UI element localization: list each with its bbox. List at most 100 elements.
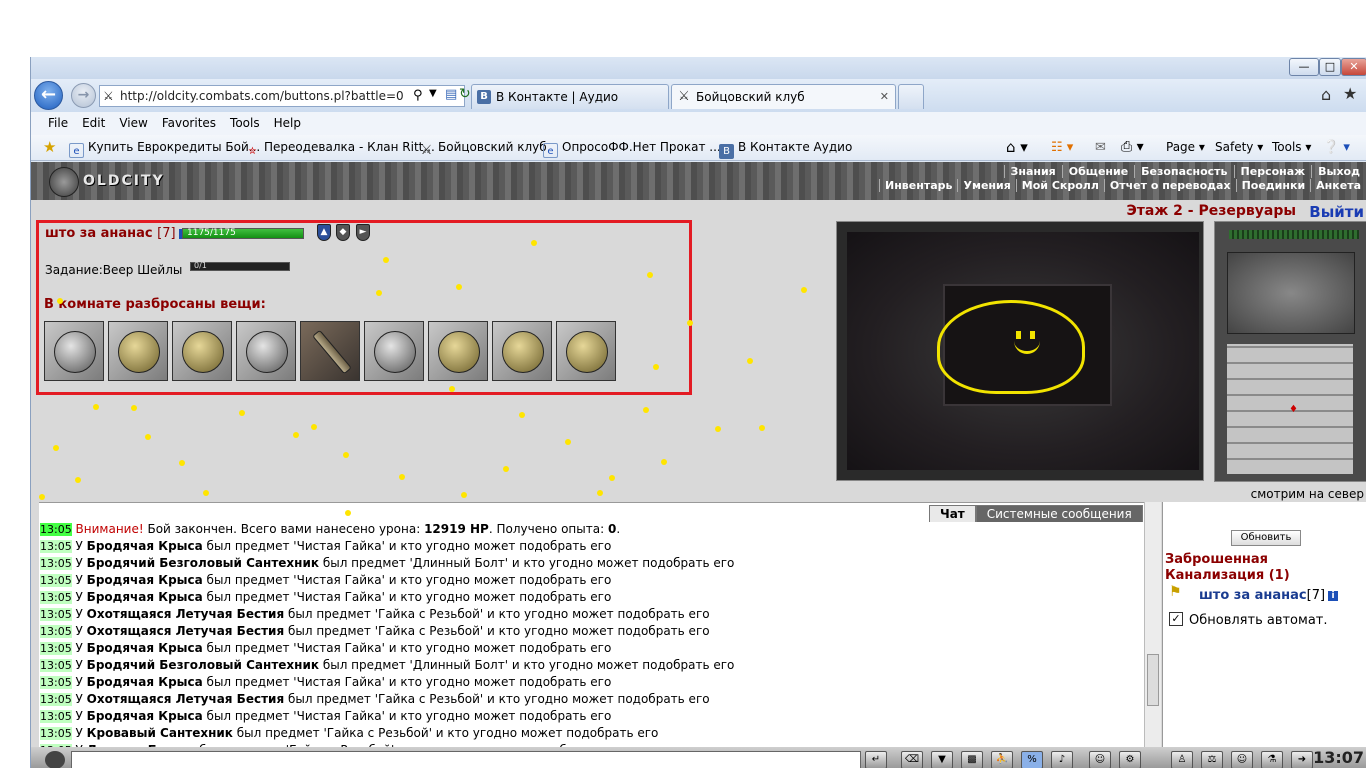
clan-menu-icon[interactable]: ⚗ (1261, 751, 1283, 768)
chat-timestamp[interactable]: 13:05 (40, 540, 72, 553)
menu-tools[interactable]: Tools (223, 112, 267, 134)
favorite-link-combats[interactable]: ⚔ Бойцовский клуб (419, 135, 547, 160)
tools-menu[interactable]: Tools ▾ (1272, 135, 1311, 160)
player-name[interactable]: што за ананас [7]i (45, 226, 189, 241)
print-icon[interactable]: ⎙ ▾ (1121, 135, 1144, 160)
chat-name[interactable]: Бродячий Безголовый Сантехник (87, 556, 319, 570)
chat-timestamp[interactable]: 13:05 (40, 659, 72, 672)
rank-shield-icon[interactable]: ► (356, 224, 370, 241)
friends-icon[interactable]: ☺ (1231, 751, 1253, 768)
menu-file[interactable]: File (41, 112, 75, 134)
menu-umeniya[interactable]: Умения (957, 179, 1015, 192)
dungeon-view[interactable] (836, 221, 1204, 481)
menu-edit[interactable]: Edit (75, 112, 112, 134)
home-icon[interactable]: ⌂ (1321, 85, 1331, 104)
chat-timestamp[interactable]: 13:05 (40, 574, 72, 587)
home-cmd-icon[interactable]: ⌂ ▾ (1006, 135, 1028, 160)
loot-ring-icon[interactable] (364, 321, 424, 381)
chat-name[interactable]: 12919 HP (424, 522, 489, 536)
chat-name[interactable]: Бродячий Безголовый Сантехник (87, 658, 319, 672)
exit-link[interactable]: Выйти (1309, 203, 1364, 221)
favorite-link-pereodevalka[interactable]: ✮ Переодевалка - Клан Ritt... (245, 135, 435, 160)
save-icon[interactable]: ▩ (961, 751, 983, 768)
safety-menu[interactable]: Safety ▾ (1215, 135, 1263, 160)
favorite-link-oprosoff[interactable]: e ОпросоФФ.Нет Прокат ... (543, 135, 721, 160)
menu-help[interactable]: Help (267, 112, 308, 134)
menu-view[interactable]: View (112, 112, 154, 134)
walk-icon[interactable]: ⛹ (991, 751, 1013, 768)
percent-icon[interactable]: % (1021, 751, 1043, 768)
exit-icon[interactable]: ➜ (1291, 751, 1313, 768)
menu-znaniya[interactable]: Знания (1003, 165, 1062, 178)
inventory-icon[interactable]: ⚖ (1201, 751, 1223, 768)
scroll-thumb[interactable] (1147, 654, 1159, 706)
auto-refresh-checkbox[interactable]: ✓ (1169, 612, 1183, 626)
room-player[interactable]: што за ананас[7] i (1199, 588, 1339, 603)
chat-name[interactable]: Бродячая Крыса (87, 709, 203, 723)
mail-icon[interactable]: ✉ (1095, 135, 1106, 160)
tab-combats[interactable]: ⚔ Бойцовский клуб ✕ (671, 84, 896, 109)
chat-timestamp[interactable]: 13:05 (40, 591, 72, 604)
menu-obshchenie[interactable]: Общение (1061, 165, 1134, 178)
minimap[interactable]: ♦ (1227, 344, 1353, 474)
back-button[interactable]: ← (34, 81, 63, 110)
maximize-button[interactable]: □ (1319, 58, 1341, 76)
menu-anketa[interactable]: Анкета (1310, 179, 1366, 192)
chat-name[interactable]: Бродячая Крыса (87, 641, 203, 655)
align-shield-icon[interactable]: ◆ (336, 224, 350, 241)
menu-favorites[interactable]: Favorites (155, 112, 223, 134)
tab-chat[interactable]: Чат (929, 505, 976, 522)
chat-name[interactable]: Охотящаяся Летучая Бестия (87, 607, 284, 621)
chat-name[interactable]: Бродячая Крыса (87, 675, 203, 689)
search-icon[interactable]: ⚲ (413, 88, 423, 103)
chat-name[interactable]: Бродячая Крыса (87, 539, 203, 553)
star-icon[interactable]: ★ (1343, 84, 1357, 103)
favorite-link-eurocredits[interactable]: e Купить Еврокредиты Бой... (69, 135, 260, 160)
chat-timestamp[interactable]: 13:05 (40, 608, 72, 621)
filter-icon[interactable]: ▼ (931, 751, 953, 768)
page-menu[interactable]: Page ▾ (1166, 135, 1205, 160)
close-tab-icon[interactable]: ✕ (880, 85, 889, 109)
chat-timestamp[interactable]: 13:05 (40, 710, 72, 723)
minimize-button[interactable]: — (1289, 58, 1319, 76)
send-icon[interactable]: ↵ (865, 751, 887, 768)
chat-timestamp[interactable]: 13:05 (40, 693, 72, 706)
chat-scrollbar[interactable] (1144, 502, 1161, 747)
menu-moy-skroll[interactable]: Мой Скролл (1015, 179, 1104, 192)
feeds-icon[interactable]: ☷ ▾ (1051, 135, 1073, 160)
menu-vyhod[interactable]: Выход (1311, 165, 1366, 178)
chat-name[interactable]: Охотящаяся Летучая Бестия (87, 692, 284, 706)
favorites-star-icon[interactable]: ★ (43, 135, 56, 160)
character-icon[interactable]: ♙ (1171, 751, 1193, 768)
chat-name[interactable]: Бродячая Крыса (87, 573, 203, 587)
chat-name[interactable]: Бродячая Крыса (87, 590, 203, 604)
menu-otchet[interactable]: Отчет о переводах (1103, 179, 1236, 192)
forward-button[interactable]: → (71, 83, 96, 108)
help-icon[interactable]: ❔ ▾ (1323, 135, 1350, 160)
chat-timestamp[interactable]: 13:05 (40, 727, 72, 740)
chat-timestamp[interactable]: 13:05 (40, 676, 72, 689)
favorite-link-vkontakte[interactable]: BВ Контакте Аудио (719, 135, 852, 160)
menu-poedinki[interactable]: Поединки (1235, 179, 1311, 192)
chat-timestamp[interactable]: 13:05 (40, 642, 72, 655)
address-bar[interactable]: ⚔ http://oldcity.combats.com/buttons.pl?… (99, 85, 465, 107)
loot-nut-icon[interactable] (108, 321, 168, 381)
sound-icon[interactable]: ♪ (1051, 751, 1073, 768)
tab-system-messages[interactable]: Системные сообщения (975, 505, 1143, 522)
chat-input[interactable] (71, 751, 861, 768)
chat-timestamp[interactable]: 13:05 (40, 557, 72, 570)
chat-name[interactable]: Кровавый Сантехник (87, 726, 233, 740)
smiley-icon[interactable]: ☺ (1089, 751, 1111, 768)
refresh-icon[interactable]: ↻ (459, 86, 471, 102)
menu-inventar[interactable]: Инвентарь (879, 179, 957, 192)
chat-smile-icon[interactable] (45, 751, 65, 768)
menu-personazh[interactable]: Персонаж (1233, 165, 1312, 178)
direction-arrows[interactable] (1227, 252, 1355, 334)
chat-timestamp[interactable]: 13:05 (40, 523, 72, 536)
info-icon[interactable]: i (1328, 591, 1339, 601)
settings-icon[interactable]: ⚙ (1119, 751, 1141, 768)
eraser-icon[interactable]: ⌫ (901, 751, 923, 768)
refresh-button[interactable]: Обновить (1231, 530, 1301, 546)
loot-nut-icon[interactable] (428, 321, 488, 381)
loot-nut-icon[interactable] (492, 321, 552, 381)
